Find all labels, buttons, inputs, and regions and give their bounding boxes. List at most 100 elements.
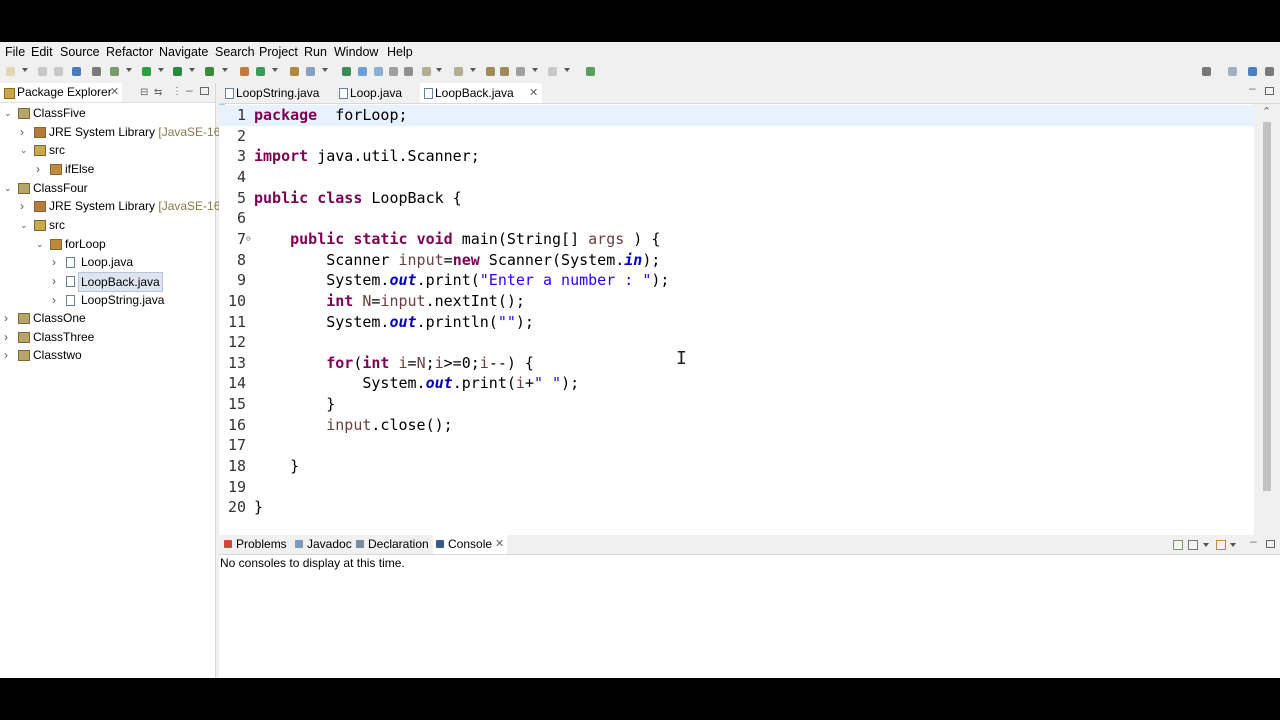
expanded-arrow-icon[interactable]: ⌄: [20, 141, 28, 159]
tree-item[interactable]: › JRE System Library [JavaSE-16]: [0, 197, 224, 215]
search-tool-icon[interactable]: [306, 67, 315, 76]
tree-item[interactable]: › JRE System Library [JavaSE-16]: [0, 123, 224, 141]
collapsed-arrow-icon[interactable]: ›: [4, 346, 8, 364]
debug-icon[interactable]: [110, 67, 119, 76]
tree-item[interactable]: › ClassThree: [0, 328, 214, 346]
editor-minimize-icon[interactable]: –: [1249, 81, 1256, 95]
dropdown-arrow-icon[interactable]: [272, 68, 278, 72]
new-java-project-icon[interactable]: [240, 67, 249, 76]
open-console-icon[interactable]: [1216, 540, 1226, 550]
pilcrow-icon[interactable]: [404, 67, 413, 76]
package-explorer-tab[interactable]: Package Explorer ✕: [0, 83, 122, 102]
new-package-icon[interactable]: [256, 67, 265, 76]
expanded-arrow-icon[interactable]: ⌄: [4, 179, 12, 197]
dropdown-arrow-icon[interactable]: [126, 68, 132, 72]
collapsed-arrow-icon[interactable]: ›: [20, 197, 24, 215]
dropdown-arrow-icon[interactable]: [189, 68, 195, 72]
external-tools-icon[interactable]: [205, 67, 214, 76]
editor-tab-loopback[interactable]: LoopBack.java ✕: [420, 83, 542, 103]
dropdown-arrow-icon[interactable]: [322, 68, 328, 72]
tree-item[interactable]: ⌄ forLoop: [0, 235, 214, 253]
menu-project[interactable]: Project: [259, 45, 298, 59]
expanded-arrow-icon[interactable]: ⌄: [20, 216, 28, 234]
collapsed-arrow-icon[interactable]: ›: [52, 253, 56, 271]
toggle-block-icon[interactable]: [374, 67, 383, 76]
tree-item[interactable]: › Loop.java: [0, 253, 214, 271]
java-perspective-icon[interactable]: [1248, 67, 1257, 76]
debug-perspective-icon[interactable]: [1265, 67, 1274, 76]
collapsed-arrow-icon[interactable]: ›: [4, 309, 8, 327]
collapse-all-icon[interactable]: ⊟: [140, 87, 148, 98]
minimize-icon[interactable]: –: [186, 83, 193, 97]
expanded-arrow-icon[interactable]: ⌄: [36, 235, 44, 253]
show-whitespace-icon[interactable]: [389, 67, 398, 76]
back-nav-icon[interactable]: [516, 67, 525, 76]
dropdown-arrow-icon[interactable]: [222, 68, 228, 72]
view-menu-icon[interactable]: ⋮: [172, 86, 182, 97]
collapsed-arrow-icon[interactable]: ›: [36, 160, 40, 178]
tree-item[interactable]: › LoopBack.java: [0, 271, 214, 292]
new-icon[interactable]: [6, 67, 15, 76]
menu-run[interactable]: Run: [304, 45, 327, 59]
menu-file[interactable]: File: [5, 45, 25, 59]
search-icon[interactable]: [1202, 67, 1211, 76]
menu-window[interactable]: Window: [334, 45, 378, 59]
tree-item[interactable]: ⌄ src: [0, 141, 214, 159]
console-maximize-icon[interactable]: [1266, 540, 1275, 548]
prev-annotation-icon[interactable]: [454, 67, 463, 76]
scroll-thumb[interactable]: [1263, 122, 1271, 491]
tree-item[interactable]: ⌄ src: [0, 216, 214, 234]
skip-breakpoints-icon[interactable]: [92, 67, 101, 76]
menu-help[interactable]: Help: [387, 45, 413, 59]
collapsed-arrow-icon[interactable]: ›: [4, 328, 8, 346]
console-tab-declaration[interactable]: Declaration: [353, 535, 429, 554]
collapsed-arrow-icon[interactable]: ›: [52, 291, 56, 309]
pin-editor-icon[interactable]: [586, 67, 595, 76]
link-editor-icon[interactable]: ⇆: [154, 87, 162, 98]
tree-item[interactable]: › ifElse: [0, 160, 214, 178]
maximize-icon[interactable]: [200, 87, 209, 95]
pin-console-icon[interactable]: [1173, 540, 1183, 550]
display-console-icon[interactable]: [1188, 540, 1198, 550]
save-all-icon[interactable]: [54, 67, 63, 76]
dropdown-arrow-icon[interactable]: [564, 68, 570, 72]
last-edit-icon[interactable]: [486, 67, 495, 76]
open-perspective-icon[interactable]: [1228, 67, 1237, 76]
vertical-scrollbar[interactable]: ⌃ ⌄: [1254, 104, 1280, 555]
console-tab-problems[interactable]: Problems: [221, 535, 288, 554]
fold-icon[interactable]: ⊖: [246, 229, 251, 250]
expanded-arrow-icon[interactable]: ⌄: [4, 104, 12, 122]
menu-search[interactable]: Search: [215, 45, 255, 59]
dropdown-arrow-icon[interactable]: [22, 68, 28, 72]
open-console-dropdown-icon[interactable]: [1230, 543, 1236, 547]
menu-navigate[interactable]: Navigate: [159, 45, 208, 59]
tree-item[interactable]: › Classtwo: [0, 346, 214, 364]
console-minimize-icon[interactable]: –: [1250, 534, 1257, 548]
tree-item[interactable]: ⌄ ClassFive: [0, 104, 214, 122]
code-editor[interactable]: 1 package forLoop; 2 3 import java.util.Scan…: [219, 104, 1254, 555]
dropdown-arrow-icon[interactable]: [470, 68, 476, 72]
collapsed-arrow-icon[interactable]: ›: [52, 272, 56, 290]
console-tab-console[interactable]: Console ✕: [433, 535, 507, 554]
close-icon[interactable]: ✕: [529, 83, 538, 103]
menu-refactor[interactable]: Refactor: [106, 45, 153, 59]
forward-nav-icon[interactable]: [548, 67, 557, 76]
toggle-highlight-icon[interactable]: [358, 67, 367, 76]
terminal-icon[interactable]: [72, 67, 81, 76]
editor-tab-loopstring[interactable]: LoopString.java: [221, 83, 331, 103]
close-icon[interactable]: ✕: [110, 83, 119, 102]
dropdown-arrow-icon[interactable]: [532, 68, 538, 72]
dropdown-arrow-icon[interactable]: [436, 68, 442, 72]
open-type-icon[interactable]: [290, 67, 299, 76]
editor-maximize-icon[interactable]: [1265, 87, 1274, 95]
close-icon[interactable]: ✕: [495, 535, 504, 554]
back-icon[interactable]: [500, 67, 509, 76]
coverage-icon[interactable]: [173, 67, 182, 76]
tree-item[interactable]: › LoopString.java: [0, 291, 214, 309]
menu-edit[interactable]: Edit: [31, 45, 53, 59]
editor-tab-loop[interactable]: Loop.java: [335, 83, 415, 103]
tree-item[interactable]: › ClassOne: [0, 309, 214, 327]
display-console-dropdown-icon[interactable]: [1203, 543, 1209, 547]
scroll-up-icon[interactable]: ⌃: [1262, 105, 1271, 118]
collapsed-arrow-icon[interactable]: ›: [20, 123, 24, 141]
